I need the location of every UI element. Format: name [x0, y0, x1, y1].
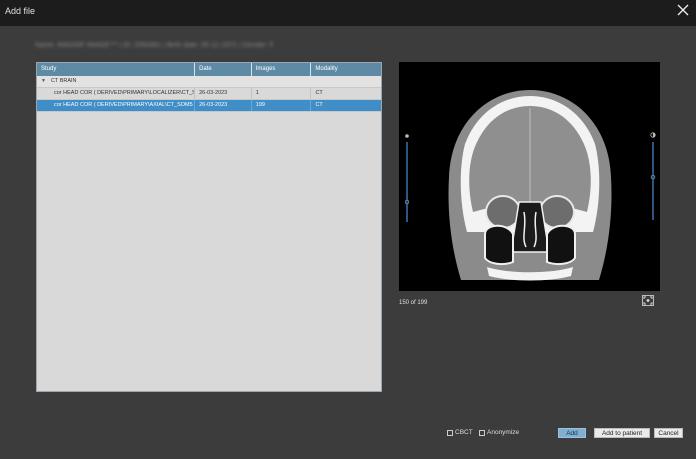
fit-to-screen-icon[interactable] — [642, 295, 654, 306]
cbct-checkbox[interactable]: CBCT — [447, 429, 473, 436]
anonymize-label: Anonymize — [487, 429, 520, 436]
study-group-row[interactable]: ▼ CT BRAIN — [37, 76, 381, 88]
column-header-study[interactable]: Study — [37, 63, 196, 76]
checkbox-box[interactable] — [479, 429, 485, 436]
brightness-icon — [405, 134, 409, 138]
cell-images: 199 — [252, 100, 312, 111]
series-row[interactable]: cor HEAD COR ( DERIVED\PRIMARY\LOCALIZER… — [37, 88, 381, 100]
cell-study: cor HEAD COR ( DERIVED\PRIMARY\LOCALIZER… — [37, 88, 196, 99]
patient-info: Name: MAGNIF IMAGE*** | ID: 2050461 | Bi… — [35, 42, 274, 49]
window-level-slider[interactable] — [405, 134, 409, 224]
window-title: Add file — [5, 6, 36, 16]
slider-thumb[interactable] — [405, 199, 409, 205]
cell-modality: CT — [315, 102, 323, 108]
study-table: Study Date Images Modality ▼ CT BRAIN cor… — [36, 62, 382, 392]
contrast-slider[interactable] — [650, 132, 658, 222]
checkbox-box[interactable] — [447, 429, 453, 436]
cancel-button[interactable]: Cancel — [654, 428, 683, 438]
column-header-date[interactable]: Date — [195, 63, 252, 76]
group-label: CT BRAIN — [50, 78, 77, 84]
add-button[interactable]: Add — [558, 428, 586, 438]
title-bar: Add file — [0, 0, 696, 26]
slider-thumb[interactable] — [650, 174, 656, 180]
collapse-caret-icon[interactable]: ▼ — [41, 76, 46, 87]
cell-study: cor HEAD COR ( DERIVED\PRIMARY\AXIAL\CT_… — [37, 100, 196, 111]
cell-modality: CT — [315, 90, 323, 96]
cbct-label: CBCT — [455, 429, 473, 436]
cell-images: 1 — [252, 88, 312, 99]
series-row-selected[interactable]: cor HEAD COR ( DERIVED\PRIMARY\AXIAL\CT_… — [37, 100, 381, 112]
image-viewer[interactable] — [399, 62, 660, 291]
column-header-modality[interactable]: Modality — [311, 63, 381, 76]
slice-counter: 150 of 199 — [399, 300, 428, 306]
ct-scan-image — [448, 90, 612, 281]
cell-date: 26-03-2023 — [195, 88, 252, 99]
close-icon[interactable] — [676, 3, 690, 17]
add-to-patient-button[interactable]: Add to patient — [594, 428, 650, 438]
anonymize-checkbox[interactable]: Anonymize — [479, 429, 519, 436]
column-header-images[interactable]: Images — [252, 63, 312, 76]
table-header: Study Date Images Modality — [37, 63, 381, 76]
cell-date: 26-03-2023 — [195, 100, 252, 111]
